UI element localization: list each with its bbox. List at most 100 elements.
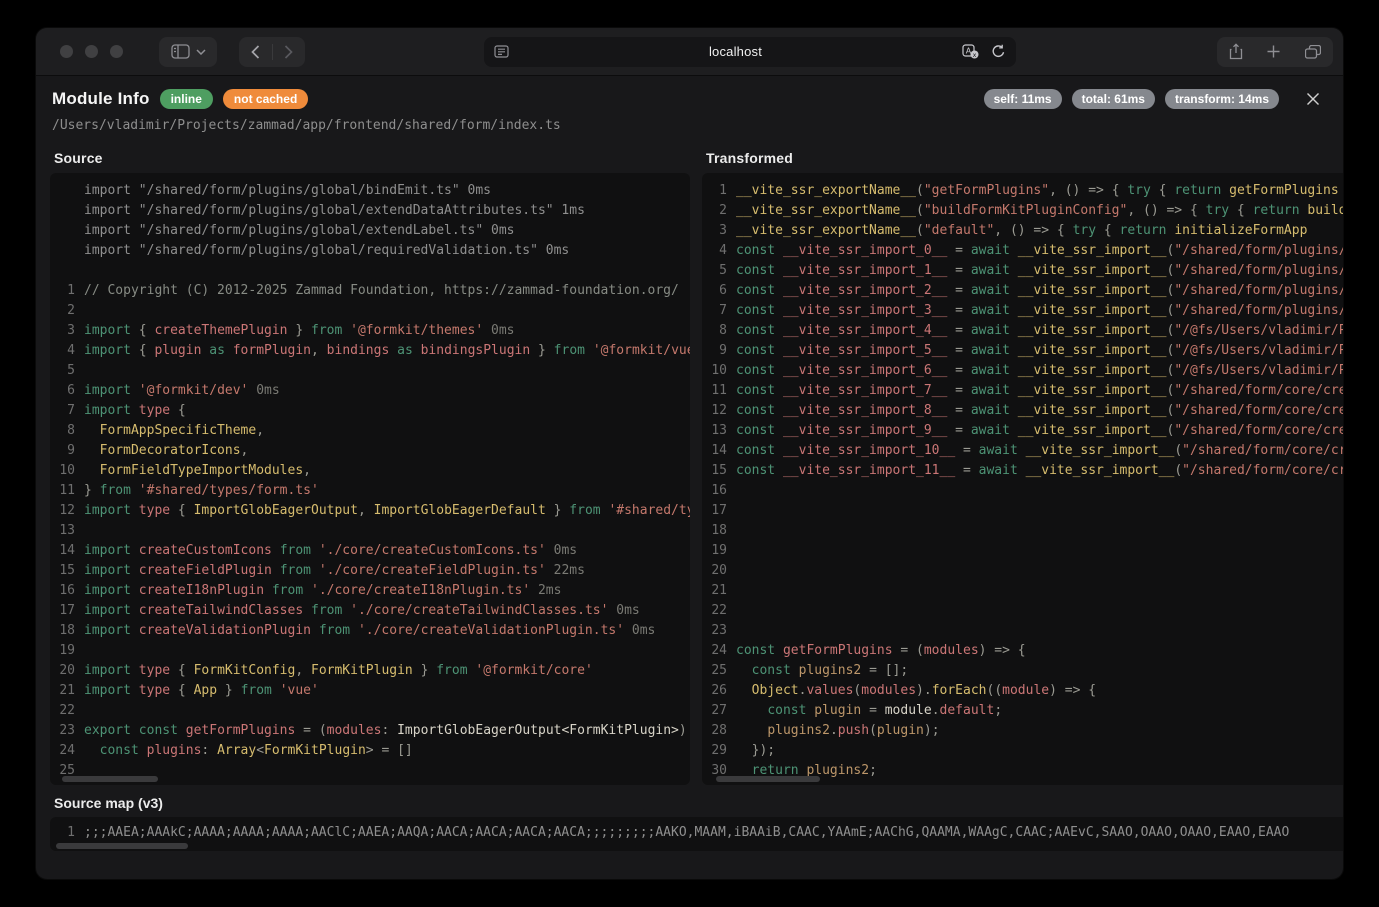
code-line: 28 plugins2.push(plugin);: [702, 721, 1343, 741]
line-number: 11: [702, 381, 736, 401]
line-number: [50, 241, 84, 261]
line-number: 20: [702, 561, 736, 581]
line-number: 8: [50, 421, 84, 441]
back-icon: [251, 45, 260, 59]
line-number: 22: [702, 601, 736, 621]
chevron-down-icon: [196, 49, 206, 55]
back-button[interactable]: [239, 37, 272, 67]
module-info-header: Module Info inline not cached self: 11ms…: [36, 76, 1343, 143]
code-line: 10 FormFieldTypeImportModules,: [50, 461, 690, 481]
code-panes: Source Transformed import "/shared/form/…: [36, 143, 1343, 851]
code-line: 5const __vite_ssr_import_1__ = await __v…: [702, 261, 1343, 281]
share-button[interactable]: [1229, 43, 1243, 60]
code-line: 7const __vite_ssr_import_3__ = await __v…: [702, 301, 1343, 321]
line-number: 11: [50, 481, 84, 501]
code-line: 18import createValidationPlugin from './…: [50, 621, 690, 641]
line-number: 24: [702, 641, 736, 661]
forward-button[interactable]: [272, 37, 305, 67]
address-bar[interactable]: localhost A x: [484, 37, 1016, 67]
line-number: 12: [50, 501, 84, 521]
source-pane-title: Source: [50, 143, 690, 173]
new-tab-button[interactable]: [1267, 45, 1280, 58]
code-line: 21import type { App } from 'vue': [50, 681, 690, 701]
share-icon: [1229, 43, 1243, 60]
code-line: 21: [702, 581, 1343, 601]
self-time-badge: self: 11ms: [984, 89, 1062, 109]
close-icon: [1305, 91, 1321, 107]
transformed-pane-title: Transformed: [702, 143, 1343, 173]
line-number: 16: [50, 581, 84, 601]
code-line: 1// Copyright (C) 2012-2025 Zammad Found…: [50, 281, 690, 301]
code-line: 6const __vite_ssr_import_2__ = await __v…: [702, 281, 1343, 301]
sourcemap-section: Source map (v3) 1;;;AAEA;AAAkC;AAAA;AAAA…: [50, 789, 1343, 851]
line-number: [50, 221, 84, 241]
line-number: 12: [702, 401, 736, 421]
line-number: 21: [50, 681, 84, 701]
reload-icon[interactable]: [991, 44, 1006, 59]
code-line: 4import { plugin as formPlugin, bindings…: [50, 341, 690, 361]
code-line: 18: [702, 521, 1343, 541]
code-line: 1;;;AAEA;AAAkC;AAAA;AAAA;AAAA;AAClC;AAEA…: [50, 823, 1343, 843]
line-number: 20: [50, 661, 84, 681]
translate-icon[interactable]: A x: [962, 44, 979, 59]
zoom-window-button[interactable]: [110, 45, 123, 58]
source-hscrollbar[interactable]: [62, 776, 158, 782]
line-number: 1: [50, 281, 84, 301]
code-line: 7import type {: [50, 401, 690, 421]
line-number: 21: [702, 581, 736, 601]
line-number: 13: [702, 421, 736, 441]
code-line: 6import '@formkit/dev' 0ms: [50, 381, 690, 401]
line-number: 22: [50, 701, 84, 721]
code-line: 24const getFormPlugins = (modules) => {: [702, 641, 1343, 661]
code-line: 20: [702, 561, 1343, 581]
line-number: 2: [702, 201, 736, 221]
source-code-editor[interactable]: import "/shared/form/plugins/global/bind…: [50, 173, 690, 785]
browser-toolbar: localhost A x: [36, 28, 1343, 76]
line-number: 10: [50, 461, 84, 481]
minimize-window-button[interactable]: [85, 45, 98, 58]
sourcemap-code-editor[interactable]: 1;;;AAEA;AAAkC;AAAA;AAAA;AAAA;AAClC;AAEA…: [50, 817, 1343, 851]
line-number: 19: [702, 541, 736, 561]
tab-overview-icon: [1305, 45, 1321, 59]
line-number: 28: [702, 721, 736, 741]
code-line: [50, 261, 690, 281]
line-number: 23: [702, 621, 736, 641]
line-number: 25: [702, 661, 736, 681]
tab-overview-button[interactable]: [1305, 45, 1321, 59]
transformed-hscrollbar[interactable]: [716, 776, 820, 782]
code-line: 13: [50, 521, 690, 541]
sidebar-toggle-icon: [171, 44, 190, 59]
line-number: 29: [702, 741, 736, 761]
sourcemap-hscrollbar[interactable]: [56, 843, 188, 849]
line-number: 1: [702, 181, 736, 201]
transformed-code-editor[interactable]: 1__vite_ssr_exportName__("getFormPlugins…: [702, 173, 1343, 785]
code-line: 5: [50, 361, 690, 381]
line-number: 18: [702, 521, 736, 541]
code-line: 9 FormDecoratorIcons,: [50, 441, 690, 461]
code-line: 17: [702, 501, 1343, 521]
line-number: 13: [50, 521, 84, 541]
line-number: 5: [702, 261, 736, 281]
line-number: 24: [50, 741, 84, 761]
sidebar-toggle-button[interactable]: [159, 37, 217, 67]
line-number: 7: [702, 301, 736, 321]
code-line: 14import createCustomIcons from './core/…: [50, 541, 690, 561]
line-number: 4: [702, 241, 736, 261]
code-line: 27 const plugin = module.default;: [702, 701, 1343, 721]
code-line: import "/shared/form/plugins/global/bind…: [50, 181, 690, 201]
line-number: 4: [50, 341, 84, 361]
code-line: 16: [702, 481, 1343, 501]
code-line: 10const __vite_ssr_import_6__ = await __…: [702, 361, 1343, 381]
code-line: 23: [702, 621, 1343, 641]
code-line: 23export const getFormPlugins = (modules…: [50, 721, 690, 741]
code-line: 4const __vite_ssr_import_0__ = await __v…: [702, 241, 1343, 261]
line-number: 5: [50, 361, 84, 381]
close-panel-button[interactable]: [1305, 91, 1321, 107]
code-line: import "/shared/form/plugins/global/requ…: [50, 241, 690, 261]
code-line: 9const __vite_ssr_import_5__ = await __v…: [702, 341, 1343, 361]
new-tab-icon: [1267, 45, 1280, 58]
line-number: 3: [50, 321, 84, 341]
close-window-button[interactable]: [60, 45, 73, 58]
line-number: [50, 201, 84, 221]
reader-icon[interactable]: [494, 45, 509, 58]
